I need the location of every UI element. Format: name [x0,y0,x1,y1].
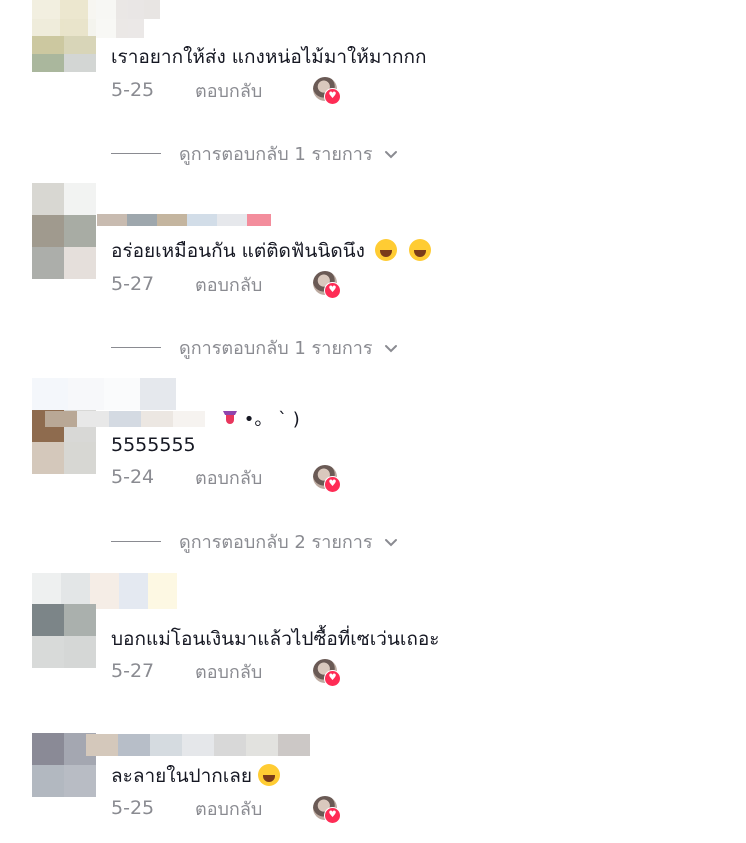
chevron-down-icon [384,344,397,352]
grinning-squinting-face-icon [374,239,397,261]
heart-icon: ♥ [324,476,341,493]
face-with-tears-of-joy-icon [409,239,432,261]
username-blurred[interactable] [86,734,342,756]
username-suffix-text: •。 ` ) [243,409,300,430]
chevron-down-icon [384,150,397,158]
reply-button[interactable]: ตอบกลับ [195,794,262,823]
view-replies-button[interactable]: ดูการตอบกลับ 2 รายการ [111,527,399,556]
username-blurred-top[interactable] [32,378,176,410]
comment-date: 5-25 [111,79,155,101]
divider-line [111,153,161,154]
reply-button[interactable]: ตอบกลับ [195,76,262,105]
chevron-down-icon [384,538,397,546]
divider-line [111,347,161,348]
view-replies-label: ดูการตอบกลับ 2 รายการ [179,532,373,553]
creator-liked-badge: ♥ [313,465,341,493]
grinning-face-with-teeth-icon [258,764,281,786]
heart-icon: ♥ [324,670,341,687]
avatar[interactable] [32,604,96,668]
comment-text: ละลายในปากเลย [111,764,281,788]
heart-icon: ♥ [324,282,341,299]
view-replies-button[interactable]: ดูการตอบกลับ 1 รายการ [111,333,399,362]
heart-icon: ♥ [324,88,341,105]
creator-liked-badge: ♥ [313,271,341,299]
reply-button[interactable]: ตอบกลับ [195,657,262,686]
view-replies-label: ดูการตอบกลับ 1 รายการ [179,144,373,165]
comment-text: อร่อยเหมือนกัน แต่ติดฟันนิดนึง [111,239,432,263]
avatar-lower [32,36,96,72]
comment-date: 5-27 [111,660,155,682]
comment-text: บอกแม่โอนเงินมาแล้วไปซื้อที่เซเว่นเถอะ [111,628,440,650]
comment-date: 5-27 [111,273,155,295]
username-blurred[interactable] [97,214,271,226]
comment-text: เราอยากให้ส่ง แกงหน่อไม้มาให้มากกก [111,46,427,68]
heart-icon: ♥ [324,807,341,824]
comment-date: 5-24 [111,466,155,488]
comment-text-content: อร่อยเหมือนกัน แต่ติดฟันนิดนึง [111,240,365,262]
reply-button[interactable]: ตอบกลับ [195,270,262,299]
creator-liked-badge: ♥ [313,77,341,105]
creator-liked-badge: ♥ [313,659,341,687]
creator-liked-badge: ♥ [313,796,341,824]
tongue-icon [223,411,237,424]
comment-meta: 5-25 ตอบกลับ [111,77,262,103]
comment-meta: 5-27 ตอบกลับ [111,658,262,684]
comment-meta: 5-25 ตอบกลับ [111,795,262,821]
comment-meta: 5-27 ตอบกลับ [111,271,262,297]
comment-date: 5-25 [111,797,155,819]
avatar[interactable] [32,183,96,279]
view-replies-button[interactable]: ดูการตอบกลับ 1 รายการ [111,139,399,168]
comment-text: 5555555 [111,434,196,456]
username-blurred[interactable] [32,0,144,38]
username-suffix: •。 ` ) [222,405,300,431]
username-blurred[interactable] [45,411,205,427]
divider-line [111,541,161,542]
reply-button[interactable]: ตอบกลับ [195,463,262,492]
view-replies-label: ดูการตอบกลับ 1 รายการ [179,338,373,359]
comment-text-content: ละลายในปากเลย [111,765,253,787]
comment-meta: 5-24 ตอบกลับ [111,464,262,490]
